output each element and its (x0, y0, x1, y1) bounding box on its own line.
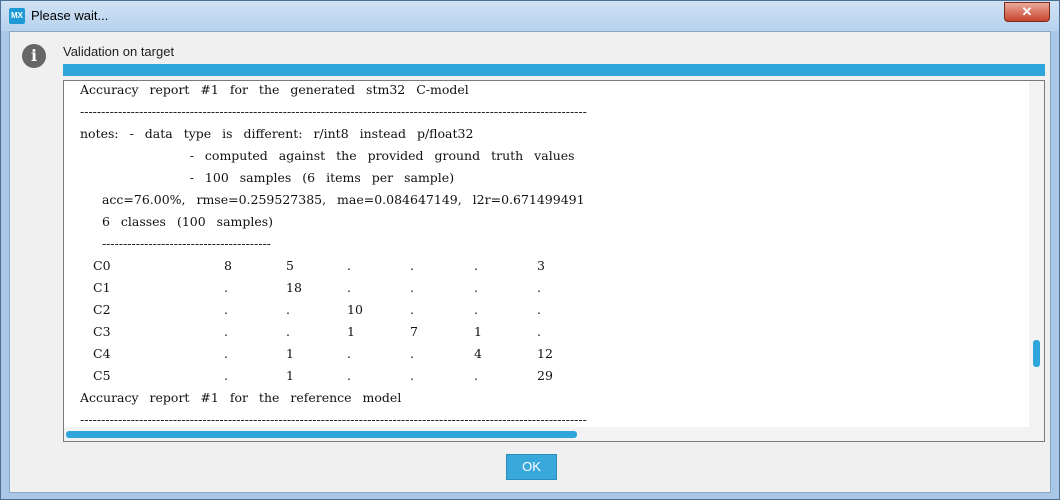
confusion-cell: . (474, 302, 478, 317)
window-title: Please wait... (31, 8, 109, 23)
confusion-cell: . (224, 324, 228, 339)
confusion-row: C5. 1... 29 (64, 367, 964, 385)
confusion-row: C1. 18.... (64, 279, 964, 297)
confusion-cell: . (537, 280, 541, 295)
confusion-row-label: C4 (93, 346, 111, 361)
log-line: notes: - data type is different: r/int8 … (80, 126, 474, 141)
confusion-row: C2.. 10... (64, 301, 964, 319)
confusion-cell: 12 (537, 346, 553, 361)
confusion-cell: 8 (224, 258, 232, 273)
log-line: acc=76.00%, rmse=0.259527385, mae=0.0846… (80, 192, 585, 207)
title-bar[interactable]: MX Please wait... ✕ (1, 1, 1059, 31)
log-line: - 100 samples (6 items per sample) (80, 170, 455, 185)
confusion-cell: . (410, 368, 414, 383)
confusion-cell: . (286, 324, 290, 339)
confusion-cell: 18 (286, 280, 302, 295)
log-output-panel[interactable]: Accuracy report #1 for the generated stm… (63, 80, 1045, 442)
log-line: ----------------------------------------… (80, 104, 587, 119)
confusion-cell: . (410, 346, 414, 361)
app-logo-icon: MX (9, 8, 25, 24)
confusion-row-label: C5 (93, 368, 111, 383)
confusion-cell: 1 (286, 368, 294, 383)
confusion-cell: . (347, 280, 351, 295)
confusion-cell: . (537, 302, 541, 317)
progress-bar (63, 64, 1045, 76)
confusion-cell: . (224, 280, 228, 295)
vertical-scroll-thumb[interactable] (1033, 340, 1040, 367)
confusion-row-label: C1 (93, 280, 111, 295)
confusion-cell: . (410, 302, 414, 317)
confusion-row: C0 8 5... 3 (64, 257, 964, 275)
log-line: ---------------------------------------- (80, 236, 271, 251)
confusion-cell: 5 (286, 258, 294, 273)
confusion-cell: . (347, 258, 351, 273)
confusion-cell: . (224, 368, 228, 383)
close-button[interactable]: ✕ (1004, 2, 1050, 22)
log-line: Accuracy report #1 for the generated stm… (80, 82, 469, 97)
vertical-scrollbar[interactable] (1029, 81, 1044, 427)
confusion-cell: 29 (537, 368, 553, 383)
confusion-cell: . (347, 368, 351, 383)
confusion-cell: 1 (286, 346, 294, 361)
confusion-row-label: C3 (93, 324, 111, 339)
confusion-row-label: C0 (93, 258, 111, 273)
horizontal-scrollbar[interactable] (64, 427, 1044, 441)
dialog-heading: Validation on target (63, 44, 175, 59)
log-line: 6 classes (100 samples) (80, 214, 274, 229)
confusion-row: C4. 1.. 4 12 (64, 345, 964, 363)
dialog-body: i Validation on target Accuracy report #… (9, 31, 1051, 493)
confusion-cell: 1 (347, 324, 355, 339)
confusion-cell: . (224, 302, 228, 317)
confusion-cell: 7 (410, 324, 418, 339)
log-line: ----------------------------------------… (80, 412, 587, 427)
confusion-cell: . (474, 258, 478, 273)
confusion-cell: . (474, 368, 478, 383)
confusion-cell: 4 (474, 346, 482, 361)
confusion-cell: . (410, 280, 414, 295)
please-wait-window: MX Please wait... ✕ i Validation on targ… (0, 0, 1060, 500)
log-text-area[interactable]: Accuracy report #1 for the generated stm… (64, 81, 1030, 427)
ok-button[interactable]: OK (506, 454, 557, 480)
log-line: - computed against the provided ground t… (80, 148, 575, 163)
confusion-cell: 3 (537, 258, 545, 273)
confusion-row: C3.. 1 7 1. (64, 323, 964, 341)
confusion-cell: . (224, 346, 228, 361)
confusion-cell: . (347, 346, 351, 361)
log-line: Accuracy report #1 for the reference mod… (80, 390, 402, 405)
confusion-cell: . (410, 258, 414, 273)
confusion-cell: . (537, 324, 541, 339)
confusion-row-label: C2 (93, 302, 111, 317)
info-icon: i (22, 44, 46, 68)
confusion-cell: 10 (347, 302, 363, 317)
confusion-cell: 1 (474, 324, 482, 339)
confusion-cell: . (286, 302, 290, 317)
confusion-cell: . (474, 280, 478, 295)
horizontal-scroll-thumb[interactable] (66, 431, 577, 438)
